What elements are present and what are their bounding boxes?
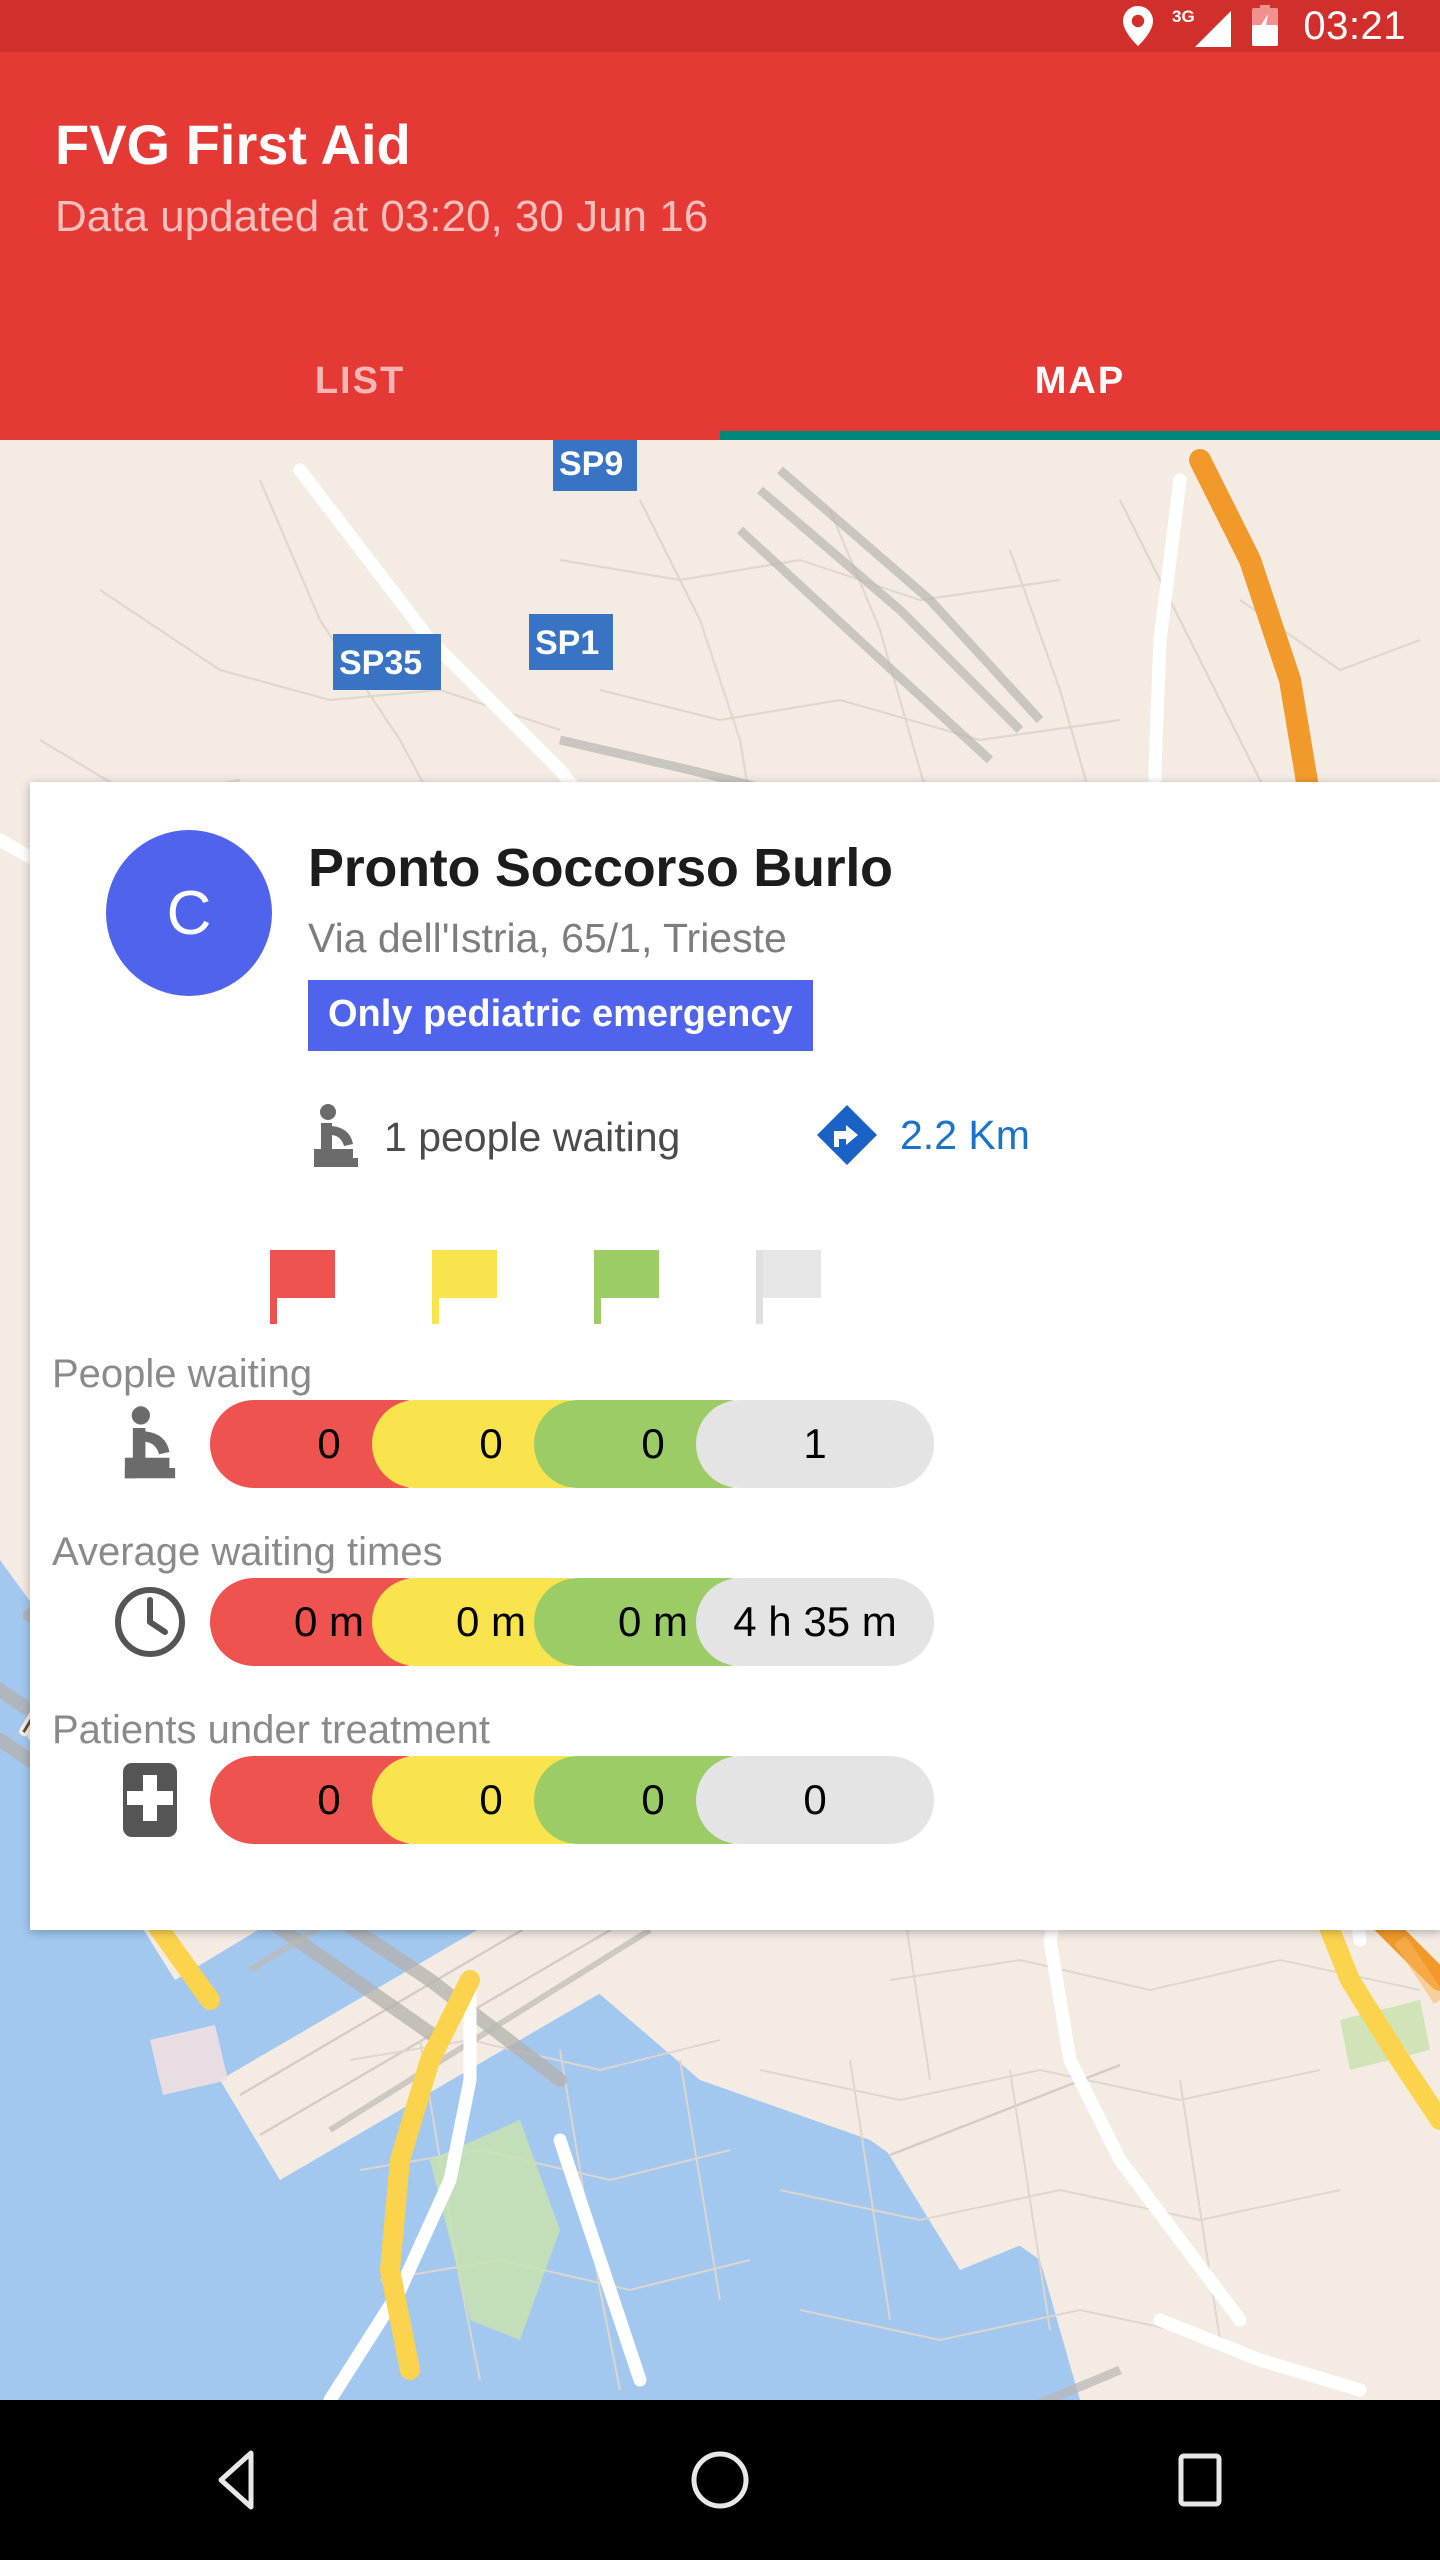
app-bar: FVG First Aid Data updated at 03:20, 30 … bbox=[0, 52, 1440, 440]
flag-red-icon bbox=[264, 1234, 354, 1324]
cell-white: 0 bbox=[696, 1756, 934, 1844]
facility-detail-card[interactable]: C Pronto Soccorso Burlo Via dell'Istria,… bbox=[30, 782, 1440, 1930]
data-updated-label: Data updated at 03:20, 30 Jun 16 bbox=[55, 192, 709, 241]
facility-name: Pronto Soccorso Burlo bbox=[308, 838, 893, 898]
person-seated-icon bbox=[108, 1402, 192, 1486]
map-shield-sp1: SP1 bbox=[529, 614, 613, 670]
clock-icon bbox=[108, 1580, 192, 1664]
tab-indicator bbox=[720, 431, 1440, 440]
row-label: People waiting bbox=[52, 1352, 313, 1396]
status-bar: 3G 03:21 bbox=[0, 0, 1440, 52]
location-pin-icon bbox=[1123, 6, 1154, 46]
page-title: FVG First Aid bbox=[55, 113, 411, 176]
hospital-cross-icon bbox=[108, 1758, 192, 1842]
home-button[interactable] bbox=[480, 2400, 960, 2560]
facility-address: Via dell'Istria, 65/1, Trieste bbox=[308, 915, 787, 961]
svg-text:SP1: SP1 bbox=[535, 624, 599, 662]
status-time: 03:21 bbox=[1303, 4, 1406, 48]
flag-yellow-icon bbox=[426, 1234, 516, 1324]
cell-white: 4 h 35 m bbox=[696, 1578, 934, 1666]
flag-green-icon bbox=[588, 1234, 678, 1324]
square-icon bbox=[1178, 2453, 1222, 2507]
avatar: C bbox=[106, 830, 272, 996]
system-navigation-bar bbox=[0, 2400, 1440, 2560]
directions-icon bbox=[817, 1105, 877, 1165]
person-seated-icon bbox=[314, 1104, 358, 1167]
battery-charging-icon bbox=[1251, 5, 1279, 47]
distance-summary[interactable]: 2.2 Km bbox=[816, 1104, 1030, 1166]
map-shield-sp9: SP9 bbox=[553, 440, 637, 491]
recents-button[interactable] bbox=[960, 2400, 1440, 2560]
waiting-summary-text: 1 people waiting bbox=[384, 1113, 681, 1160]
tab-list[interactable]: LIST bbox=[0, 322, 720, 440]
tab-bar: LIST MAP bbox=[0, 322, 1440, 440]
triangle-left-icon bbox=[218, 2450, 254, 2510]
signal-3g-icon: 3G bbox=[1171, 4, 1233, 48]
row-label: Patients under treatment bbox=[52, 1708, 491, 1752]
back-button[interactable] bbox=[0, 2400, 480, 2560]
distance-text: 2.2 Km bbox=[900, 1111, 1030, 1158]
svg-text:SP9: SP9 bbox=[559, 445, 623, 483]
flag-white-icon bbox=[750, 1234, 840, 1324]
map-shield-sp35: SP35 bbox=[333, 634, 441, 690]
cell-white: 1 bbox=[696, 1400, 934, 1488]
status-badge: Only pediatric emergency bbox=[308, 980, 813, 1051]
summary-row: 1 people waiting 2.2 Km bbox=[308, 1104, 1208, 1184]
svg-text:3G: 3G bbox=[1172, 7, 1195, 26]
waiting-summary: 1 people waiting bbox=[308, 1104, 680, 1170]
tab-map[interactable]: MAP bbox=[720, 322, 1440, 440]
circle-icon bbox=[691, 2451, 749, 2509]
flag-header-row bbox=[30, 1234, 1440, 1324]
svg-text:SP35: SP35 bbox=[339, 644, 422, 682]
row-label: Average waiting times bbox=[52, 1530, 443, 1574]
